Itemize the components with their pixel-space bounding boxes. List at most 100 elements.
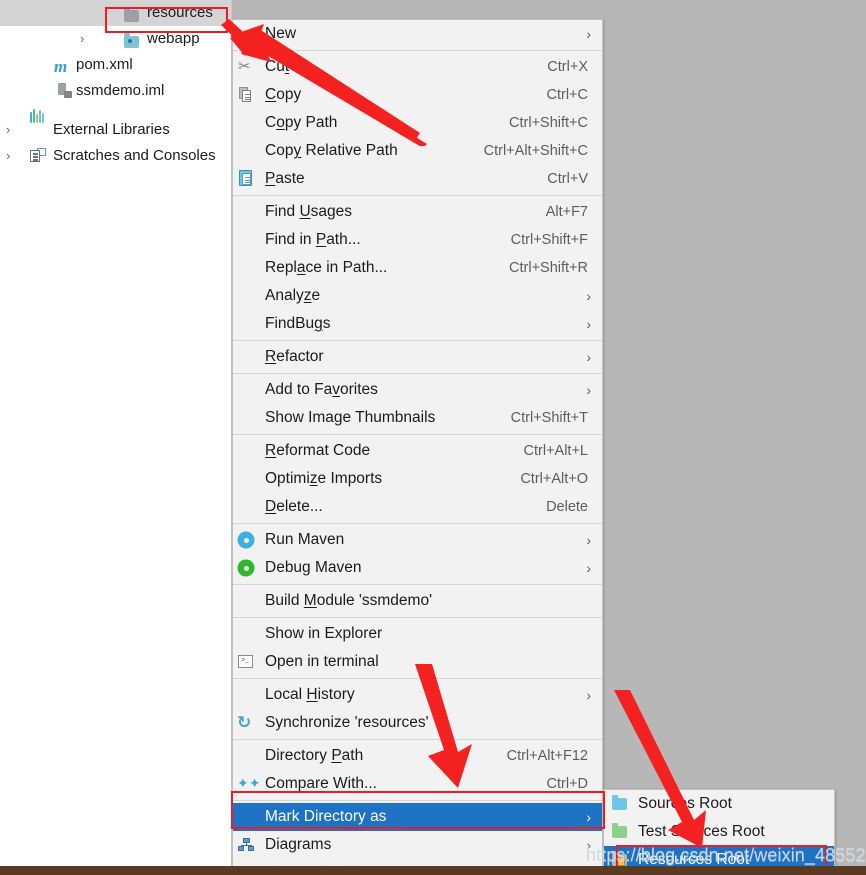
menu-item-delete[interactable]: Delete... Delete	[233, 493, 602, 521]
menu-accel: Ctrl+Shift+T	[510, 410, 588, 426]
mark-directory-as-submenu[interactable]: Sources Root Test Sources Root Resources…	[603, 789, 835, 875]
menu-icon-slot	[233, 20, 263, 48]
menu-item-mark-directory-as[interactable]: Mark Directory as ›	[233, 803, 602, 831]
menu-separator	[233, 617, 602, 618]
menu-item-replace-in-path[interactable]: Replace in Path... Ctrl+Shift+R	[233, 254, 602, 282]
project-tree-panel[interactable]: resources › webapp m pom.xml ssmdemo.iml…	[0, 0, 232, 866]
menu-label: Find Usages	[265, 203, 353, 220]
tree-label-webapp: webapp	[147, 30, 200, 47]
menu-accel: Ctrl+Alt+F12	[506, 748, 588, 764]
paste-icon	[233, 165, 263, 193]
menu-label: Add to Favorites	[265, 381, 378, 398]
menu-item-reformat-code[interactable]: Reformat Code Ctrl+Alt+L	[233, 437, 602, 465]
menu-icon-slot	[233, 404, 263, 432]
menu-accel: Alt+F7	[545, 204, 588, 220]
tree-row-resources[interactable]: resources	[0, 0, 231, 26]
menu-item-debug-maven[interactable]: Debug Maven ›	[233, 554, 602, 582]
terminal-icon: >_	[233, 648, 263, 676]
menu-icon-slot	[233, 493, 263, 521]
menu-label: Reformat Code	[265, 442, 371, 459]
menu-icon-slot	[233, 681, 263, 709]
menu-item-open-in-terminal[interactable]: >_ Open in terminal	[233, 648, 602, 676]
menu-label: Mark Directory as	[265, 808, 387, 825]
menu-label: Replace in Path...	[265, 259, 388, 276]
bottom-bar	[0, 866, 866, 875]
chevron-right-icon[interactable]: ›	[6, 143, 10, 169]
submenu-arrow-icon: ›	[586, 809, 591, 825]
menu-label: New	[265, 25, 297, 42]
tree-row-scratches-and-consoles[interactable]: › Scratches and Consoles	[0, 143, 231, 169]
menu-item-refactor[interactable]: Refactor ›	[233, 343, 602, 371]
menu-label: Open in terminal	[265, 653, 379, 670]
menu-separator	[233, 800, 602, 801]
menu-item-show-in-explorer[interactable]: Show in Explorer	[233, 620, 602, 648]
menu-separator	[233, 50, 602, 51]
menu-item-analyze[interactable]: Analyze ›	[233, 282, 602, 310]
menu-item-find-in-path[interactable]: Find in Path... Ctrl+Shift+F	[233, 226, 602, 254]
menu-item-synchronize[interactable]: ↻ Synchronize 'resources'	[233, 709, 602, 737]
menu-label: Delete...	[265, 498, 323, 515]
menu-separator	[233, 584, 602, 585]
submenu-arrow-icon: ›	[586, 532, 591, 548]
menu-icon-slot	[233, 437, 263, 465]
menu-item-local-history[interactable]: Local History ›	[233, 681, 602, 709]
menu-item-add-to-favorites[interactable]: Add to Favorites ›	[233, 376, 602, 404]
tree-row-webapp[interactable]: › webapp	[0, 26, 231, 52]
menu-icon-slot	[233, 620, 263, 648]
chevron-right-icon[interactable]: ›	[80, 26, 84, 52]
menu-item-show-image-thumbnails[interactable]: Show Image Thumbnails Ctrl+Shift+T	[233, 404, 602, 432]
menu-label: Debug Maven	[265, 559, 362, 576]
menu-label: Run Maven	[265, 531, 345, 548]
menu-item-directory-path[interactable]: Directory Path Ctrl+Alt+F12	[233, 742, 602, 770]
menu-item-copy[interactable]: Copy Ctrl+C	[233, 81, 602, 109]
menu-item-copy-relative-path[interactable]: Copy Relative Path Ctrl+Alt+Shift+C	[233, 137, 602, 165]
menu-separator	[233, 373, 602, 374]
menu-separator	[233, 195, 602, 196]
menu-item-run-maven[interactable]: Run Maven ›	[233, 526, 602, 554]
submenu-item-sources-root[interactable]: Sources Root	[604, 790, 834, 818]
menu-item-copy-path[interactable]: Copy Path Ctrl+Shift+C	[233, 109, 602, 137]
menu-label: Copy Relative Path	[265, 142, 398, 159]
submenu-item-test-sources-root[interactable]: Test Sources Root	[604, 818, 834, 846]
scissors-icon: ✂	[238, 58, 251, 75]
menu-separator	[233, 340, 602, 341]
menu-icon-slot	[233, 282, 263, 310]
menu-icon-slot	[233, 254, 263, 282]
menu-item-new[interactable]: New ›	[233, 20, 602, 48]
menu-accel: Ctrl+X	[547, 59, 588, 75]
tree-label-scratches-and-consoles: Scratches and Consoles	[53, 147, 216, 164]
chevron-right-icon[interactable]: ›	[6, 117, 10, 143]
menu-item-findbugs[interactable]: FindBugs ›	[233, 310, 602, 338]
tree-label-resources: resources	[147, 4, 213, 21]
submenu-arrow-icon: ›	[586, 382, 591, 398]
menu-item-diagrams[interactable]: Diagrams ›	[233, 831, 602, 859]
submenu-label: Test Sources Root	[638, 823, 765, 840]
tree-row-external-libraries[interactable]: › External Libraries	[0, 109, 231, 143]
context-menu[interactable]: New › ✂ Cut Ctrl+X Copy Ctrl+C Copy Path…	[232, 19, 603, 875]
menu-item-paste[interactable]: Paste Ctrl+V	[233, 165, 602, 193]
menu-item-build-module[interactable]: Build Module 'ssmdemo'	[233, 587, 602, 615]
menu-label: Optimize Imports	[265, 470, 383, 487]
tree-row-ssmdemo-iml[interactable]: ssmdemo.iml	[0, 78, 231, 104]
menu-icon-slot	[233, 226, 263, 254]
menu-item-cut[interactable]: ✂ Cut Ctrl+X	[233, 53, 602, 81]
menu-item-compare-with[interactable]: ✦✦ Compare With... Ctrl+D	[233, 770, 602, 798]
menu-item-find-usages[interactable]: Find Usages Alt+F7	[233, 198, 602, 226]
gear-blue-icon	[233, 526, 263, 554]
menu-label: FindBugs	[265, 315, 331, 332]
menu-label: Compare With...	[265, 775, 377, 792]
menu-label: Find in Path...	[265, 231, 361, 248]
copy-icon	[233, 81, 263, 109]
menu-icon-slot	[233, 137, 263, 165]
menu-icon-slot	[233, 465, 263, 493]
menu-icon-slot	[233, 587, 263, 615]
menu-label: Copy	[265, 86, 302, 103]
menu-accel: Ctrl+Alt+L	[523, 443, 588, 459]
tree-row-pom-xml[interactable]: m pom.xml	[0, 52, 231, 78]
menu-icon-slot	[233, 343, 263, 371]
menu-item-optimize-imports[interactable]: Optimize Imports Ctrl+Alt+O	[233, 465, 602, 493]
menu-label: Show Image Thumbnails	[265, 409, 436, 426]
menu-label: Directory Path	[265, 747, 364, 764]
menu-label: Copy Path	[265, 114, 338, 131]
tree-label-external-libraries: External Libraries	[53, 121, 170, 138]
